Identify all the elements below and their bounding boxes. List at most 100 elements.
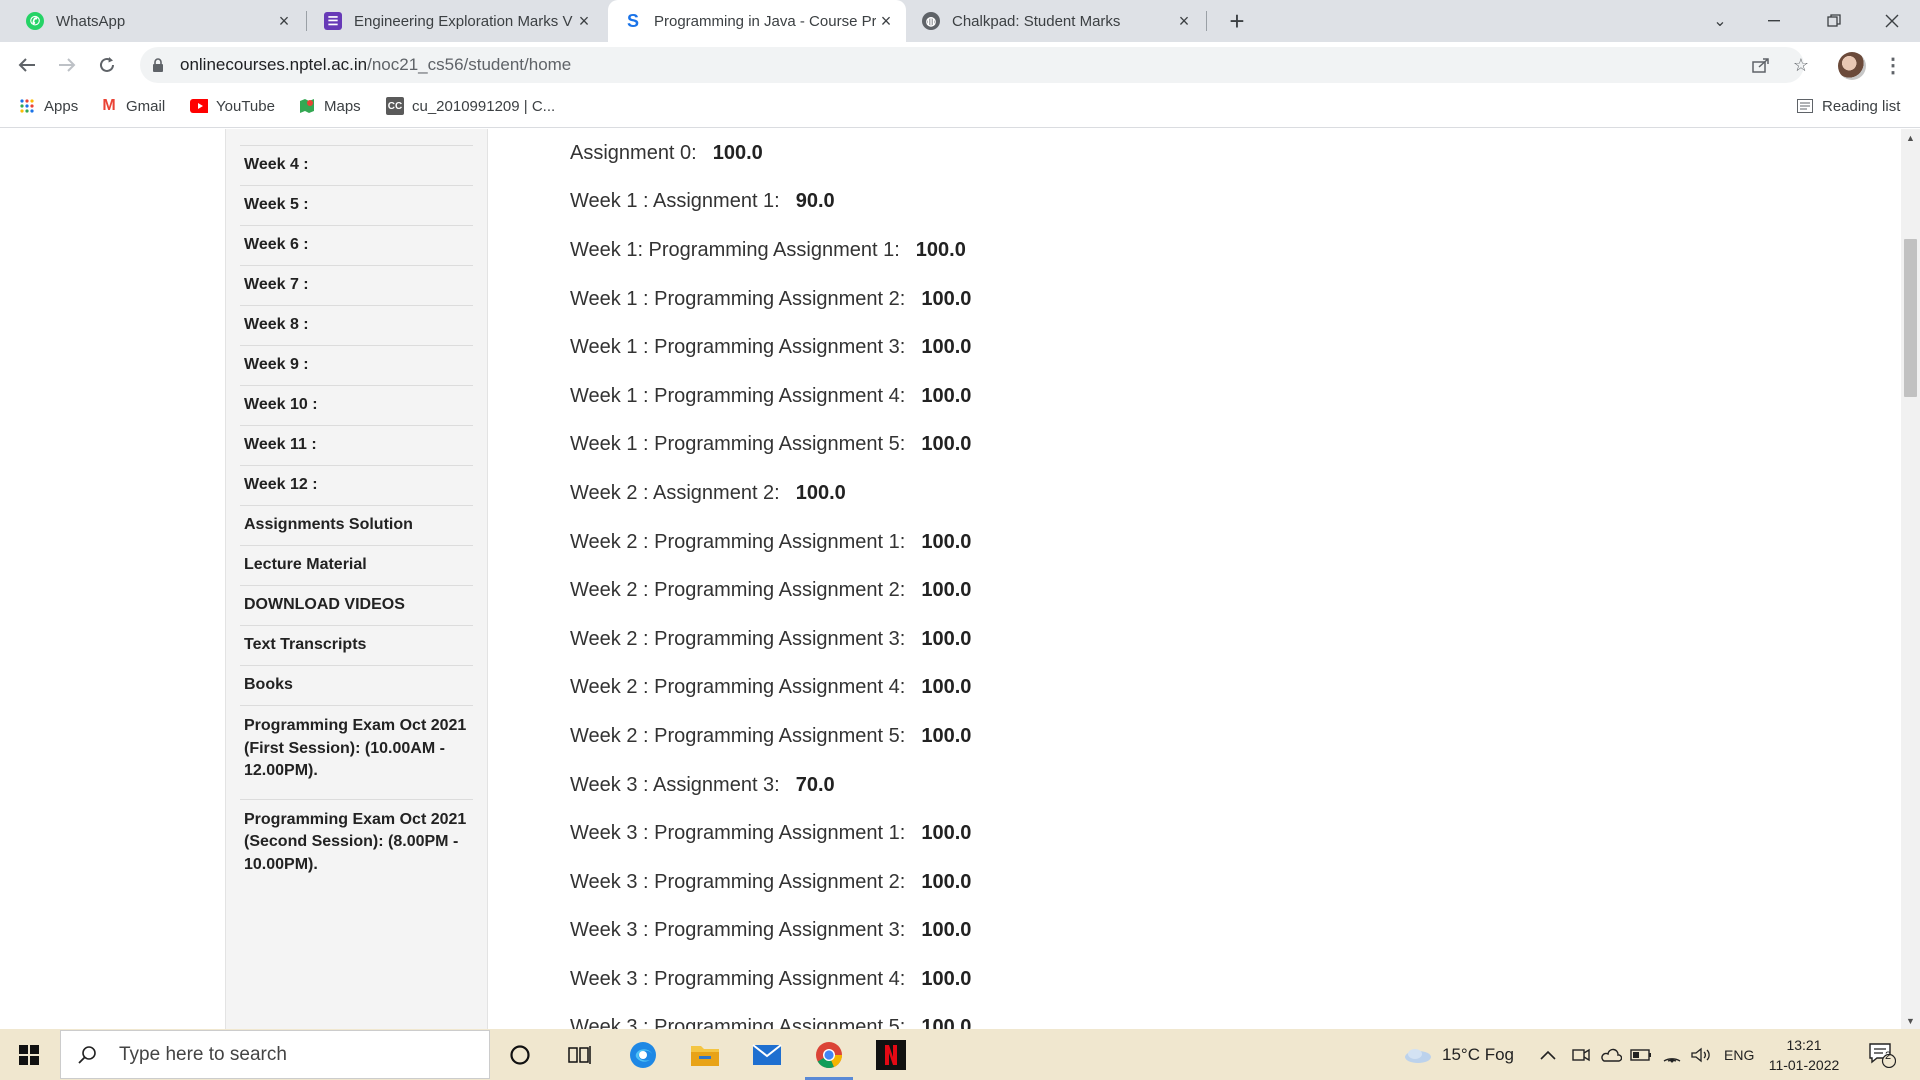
score-row: Week 3 : Programming Assignment 2: 100.0	[570, 858, 1470, 907]
tab-search-chevron-icon[interactable]: ⌄	[1692, 0, 1748, 42]
language-indicator[interactable]: ENG	[1724, 1029, 1754, 1080]
score-value: 100.0	[921, 530, 972, 553]
reading-list-icon	[1796, 97, 1814, 115]
tab-chalkpad[interactable]: ◍ Chalkpad: Student Marks ×	[912, 0, 1204, 42]
task-view-button[interactable]	[550, 1029, 610, 1080]
profile-avatar[interactable]	[1838, 52, 1866, 80]
lock-icon	[152, 58, 166, 72]
reading-list-button[interactable]: Reading list	[1796, 88, 1900, 124]
notification-center-icon	[1869, 1042, 1896, 1068]
score-value: 100.0	[921, 433, 972, 456]
chrome-taskbar-button[interactable]	[799, 1029, 859, 1080]
score-label: Week 1 : Programming Assignment 3:	[570, 336, 906, 359]
forward-button[interactable]	[52, 50, 82, 80]
system-clock[interactable]: 13:21 11-01-2022	[1764, 1035, 1844, 1075]
sidebar-item-download-videos[interactable]: DOWNLOAD VIDEOS	[240, 585, 473, 625]
score-row: Week 3 : Assignment 3: 70.0	[570, 761, 1470, 810]
score-label: Week 1 : Programming Assignment 5:	[570, 433, 906, 456]
sidebar-item-week-10[interactable]: Week 10 :	[240, 385, 473, 425]
tab-programming-in-java[interactable]: S Programming in Java - Course Pr ×	[608, 0, 906, 42]
bookmark-gmail[interactable]: M Gmail	[100, 88, 165, 124]
sidebar-item-week-8[interactable]: Week 8 :	[240, 305, 473, 345]
score-value: 100.0	[712, 141, 763, 164]
page-scrollbar[interactable]: ▲ ▼	[1901, 129, 1920, 1029]
course-nav-list: Week 4 : Week 5 : Week 6 : Week 7 : Week…	[240, 145, 473, 892]
score-value: 100.0	[921, 287, 972, 310]
sidebar-item-exam-second-session[interactable]: Programming Exam Oct 2021 (Second Sessio…	[240, 798, 473, 893]
tab-title: Programming in Java - Course Pr	[654, 12, 876, 30]
task-view-icon	[568, 1045, 591, 1064]
file-explorer-button[interactable]	[675, 1029, 735, 1080]
netflix-taskbar-button[interactable]	[861, 1029, 921, 1080]
volume-icon[interactable]	[1690, 1029, 1712, 1080]
score-value: 70.0	[795, 773, 835, 796]
score-row: Week 1 : Assignment 1: 90.0	[570, 178, 1470, 227]
bookmark-label: Apps	[44, 97, 79, 115]
tab-whatsapp[interactable]: ✆ WhatsApp ×	[16, 0, 304, 42]
address-bar[interactable]: onlinecourses.nptel.ac.in/noc21_cs56/stu…	[140, 47, 1804, 83]
mail-button[interactable]	[737, 1029, 797, 1080]
sidebar-item-week-11[interactable]: Week 11 :	[240, 425, 473, 465]
reading-list-label: Reading list	[1822, 97, 1901, 115]
edge-taskbar-button[interactable]	[613, 1029, 673, 1080]
battery-icon[interactable]	[1630, 1029, 1652, 1080]
sidebar-item-exam-first-session[interactable]: Programming Exam Oct 2021 (First Session…	[240, 705, 473, 799]
sidebar-item-text-transcripts[interactable]: Text Transcripts	[240, 625, 473, 665]
notifications-button[interactable]: 2	[1868, 1029, 1896, 1080]
bookmark-label: YouTube	[216, 97, 275, 115]
url-host: onlinecourses.nptel.ac.in	[180, 55, 368, 74]
wifi-icon[interactable]	[1662, 1029, 1682, 1080]
start-button[interactable]	[0, 1029, 58, 1080]
cortana-button[interactable]	[490, 1029, 550, 1080]
score-value: 90.0	[795, 190, 835, 213]
sidebar-item-assignments-solution[interactable]: Assignments Solution	[240, 505, 473, 545]
close-window-button[interactable]	[1864, 0, 1920, 42]
tab-engineering-exploration[interactable]: ☰ Engineering Exploration Marks V ×	[314, 0, 604, 42]
score-value: 100.0	[921, 336, 972, 359]
bookmark-cu[interactable]: CC cu_2010991209 | C...	[386, 88, 555, 124]
share-icon[interactable]	[1746, 50, 1776, 80]
sidebar-item-week-4[interactable]: Week 4 :	[240, 145, 473, 185]
bookmark-maps[interactable]: Maps	[298, 88, 361, 124]
cc-icon: CC	[386, 97, 404, 115]
sidebar-item-lecture-material[interactable]: Lecture Material	[240, 545, 473, 585]
sidebar-item-week-7[interactable]: Week 7 :	[240, 265, 473, 305]
globe-icon: ◍	[922, 12, 940, 30]
search-icon	[77, 1045, 101, 1065]
show-hidden-icons-chevron-icon[interactable]	[1540, 1029, 1556, 1080]
close-tab-icon[interactable]: ×	[574, 11, 594, 31]
minimize-button[interactable]	[1746, 0, 1802, 42]
weather-widget[interactable]: 15°C Fog	[1404, 1029, 1514, 1080]
onedrive-icon[interactable]	[1600, 1029, 1622, 1080]
restore-button[interactable]	[1806, 0, 1862, 42]
sidebar-item-week-12[interactable]: Week 12 :	[240, 465, 473, 505]
close-tab-icon[interactable]: ×	[274, 11, 294, 31]
sidebar-item-books[interactable]: Books	[240, 665, 473, 705]
reload-icon	[100, 57, 114, 72]
menu-kebab-icon[interactable]: ⋮	[1878, 50, 1908, 80]
score-value: 100.0	[921, 724, 972, 747]
clock-time: 13:21	[1786, 1037, 1822, 1053]
sidebar-item-week-6[interactable]: Week 6 :	[240, 225, 473, 265]
close-tab-icon[interactable]: ×	[876, 11, 896, 31]
score-row: Week 3 : Programming Assignment 3: 100.0	[570, 907, 1470, 956]
score-label: Week 1 : Assignment 1:	[570, 190, 780, 213]
scrollbar-thumb[interactable]	[1904, 239, 1917, 397]
bookmark-star-icon[interactable]: ☆	[1786, 50, 1816, 80]
new-tab-button[interactable]: +	[1222, 6, 1252, 36]
bookmark-youtube[interactable]: YouTube	[190, 88, 275, 124]
url-path: /noc21_cs56/student/home	[367, 55, 572, 74]
close-tab-icon[interactable]: ×	[1174, 11, 1194, 31]
sidebar-item-week-9[interactable]: Week 9 :	[240, 345, 473, 385]
scroll-up-arrow-icon[interactable]: ▲	[1901, 129, 1920, 146]
reload-button[interactable]	[92, 50, 122, 80]
score-label: Week 3 : Programming Assignment 1:	[570, 822, 906, 845]
back-button[interactable]	[12, 50, 42, 80]
sidebar-item-week-5[interactable]: Week 5 :	[240, 185, 473, 225]
taskbar-search-box[interactable]: Type here to search	[60, 1030, 490, 1079]
meet-now-icon[interactable]	[1572, 1029, 1590, 1080]
score-value: 100.0	[921, 384, 972, 407]
scroll-down-arrow-icon[interactable]: ▼	[1901, 1012, 1920, 1029]
score-value: 100.0	[921, 822, 972, 845]
bookmark-apps[interactable]: Apps	[18, 88, 78, 124]
